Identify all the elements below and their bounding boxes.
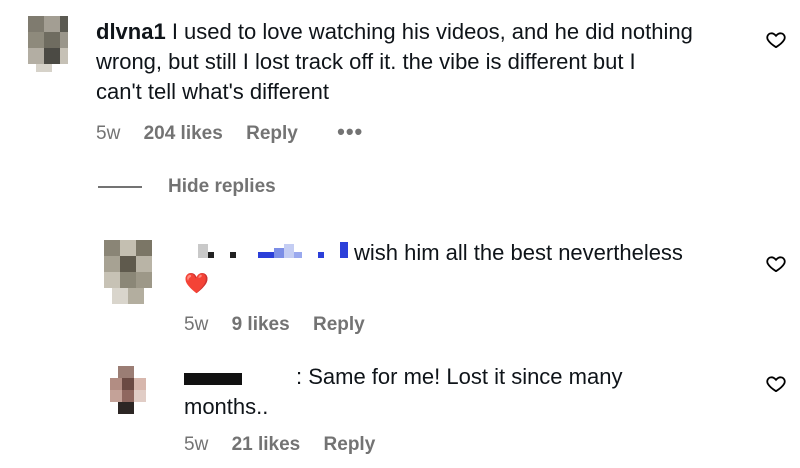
reply-message-line-2: months..	[184, 394, 269, 419]
comment-line-2: wrong, but still I lost track off it. th…	[96, 49, 636, 74]
reply-button[interactable]: Reply	[246, 123, 298, 144]
avatar[interactable]	[104, 240, 152, 304]
comment-line-1: dlvna1 I used to love watching his video…	[96, 19, 693, 44]
reply-message: wish him all the best nevertheless	[354, 240, 683, 265]
reply-meta: 5w 21 likes Reply	[184, 434, 375, 458]
comment-username[interactable]: dlvna1	[96, 19, 166, 44]
likes-count[interactable]: 9 likes	[232, 314, 290, 335]
heart-emoji: ❤️	[184, 273, 209, 295]
reply-button[interactable]: Reply	[313, 314, 365, 335]
comment-line-3: can't tell what's different	[96, 79, 330, 104]
timestamp: 5w	[184, 434, 209, 455]
redacted-username	[184, 238, 352, 268]
likes-count[interactable]: 21 likes	[232, 434, 301, 455]
avatar[interactable]	[110, 366, 150, 414]
like-heart-icon[interactable]	[766, 30, 786, 49]
comment-meta: 5w 204 likes Reply •••	[96, 119, 363, 144]
reply-text: wish him all the best nevertheless ❤️	[184, 238, 744, 308]
like-heart-icon[interactable]	[766, 374, 786, 393]
timestamp: 5w	[96, 123, 121, 144]
timestamp: 5w	[184, 314, 209, 335]
more-options-icon[interactable]: •••	[337, 119, 363, 144]
hide-replies-button[interactable]: Hide replies	[168, 176, 276, 198]
comment-text: dlvna1 I used to love watching his video…	[96, 17, 756, 107]
reply-button[interactable]: Reply	[324, 434, 376, 455]
reply-meta: 5w 9 likes Reply	[184, 314, 365, 338]
likes-count[interactable]: 204 likes	[144, 123, 223, 144]
like-heart-icon[interactable]	[766, 254, 786, 273]
redacted-username	[184, 373, 242, 385]
reply-text: : Same for me! Lost it since many months…	[184, 362, 744, 432]
reply-message-line-1: : Same for me! Lost it since many	[296, 364, 623, 389]
thread-divider-line	[98, 186, 142, 188]
avatar[interactable]	[28, 16, 68, 72]
